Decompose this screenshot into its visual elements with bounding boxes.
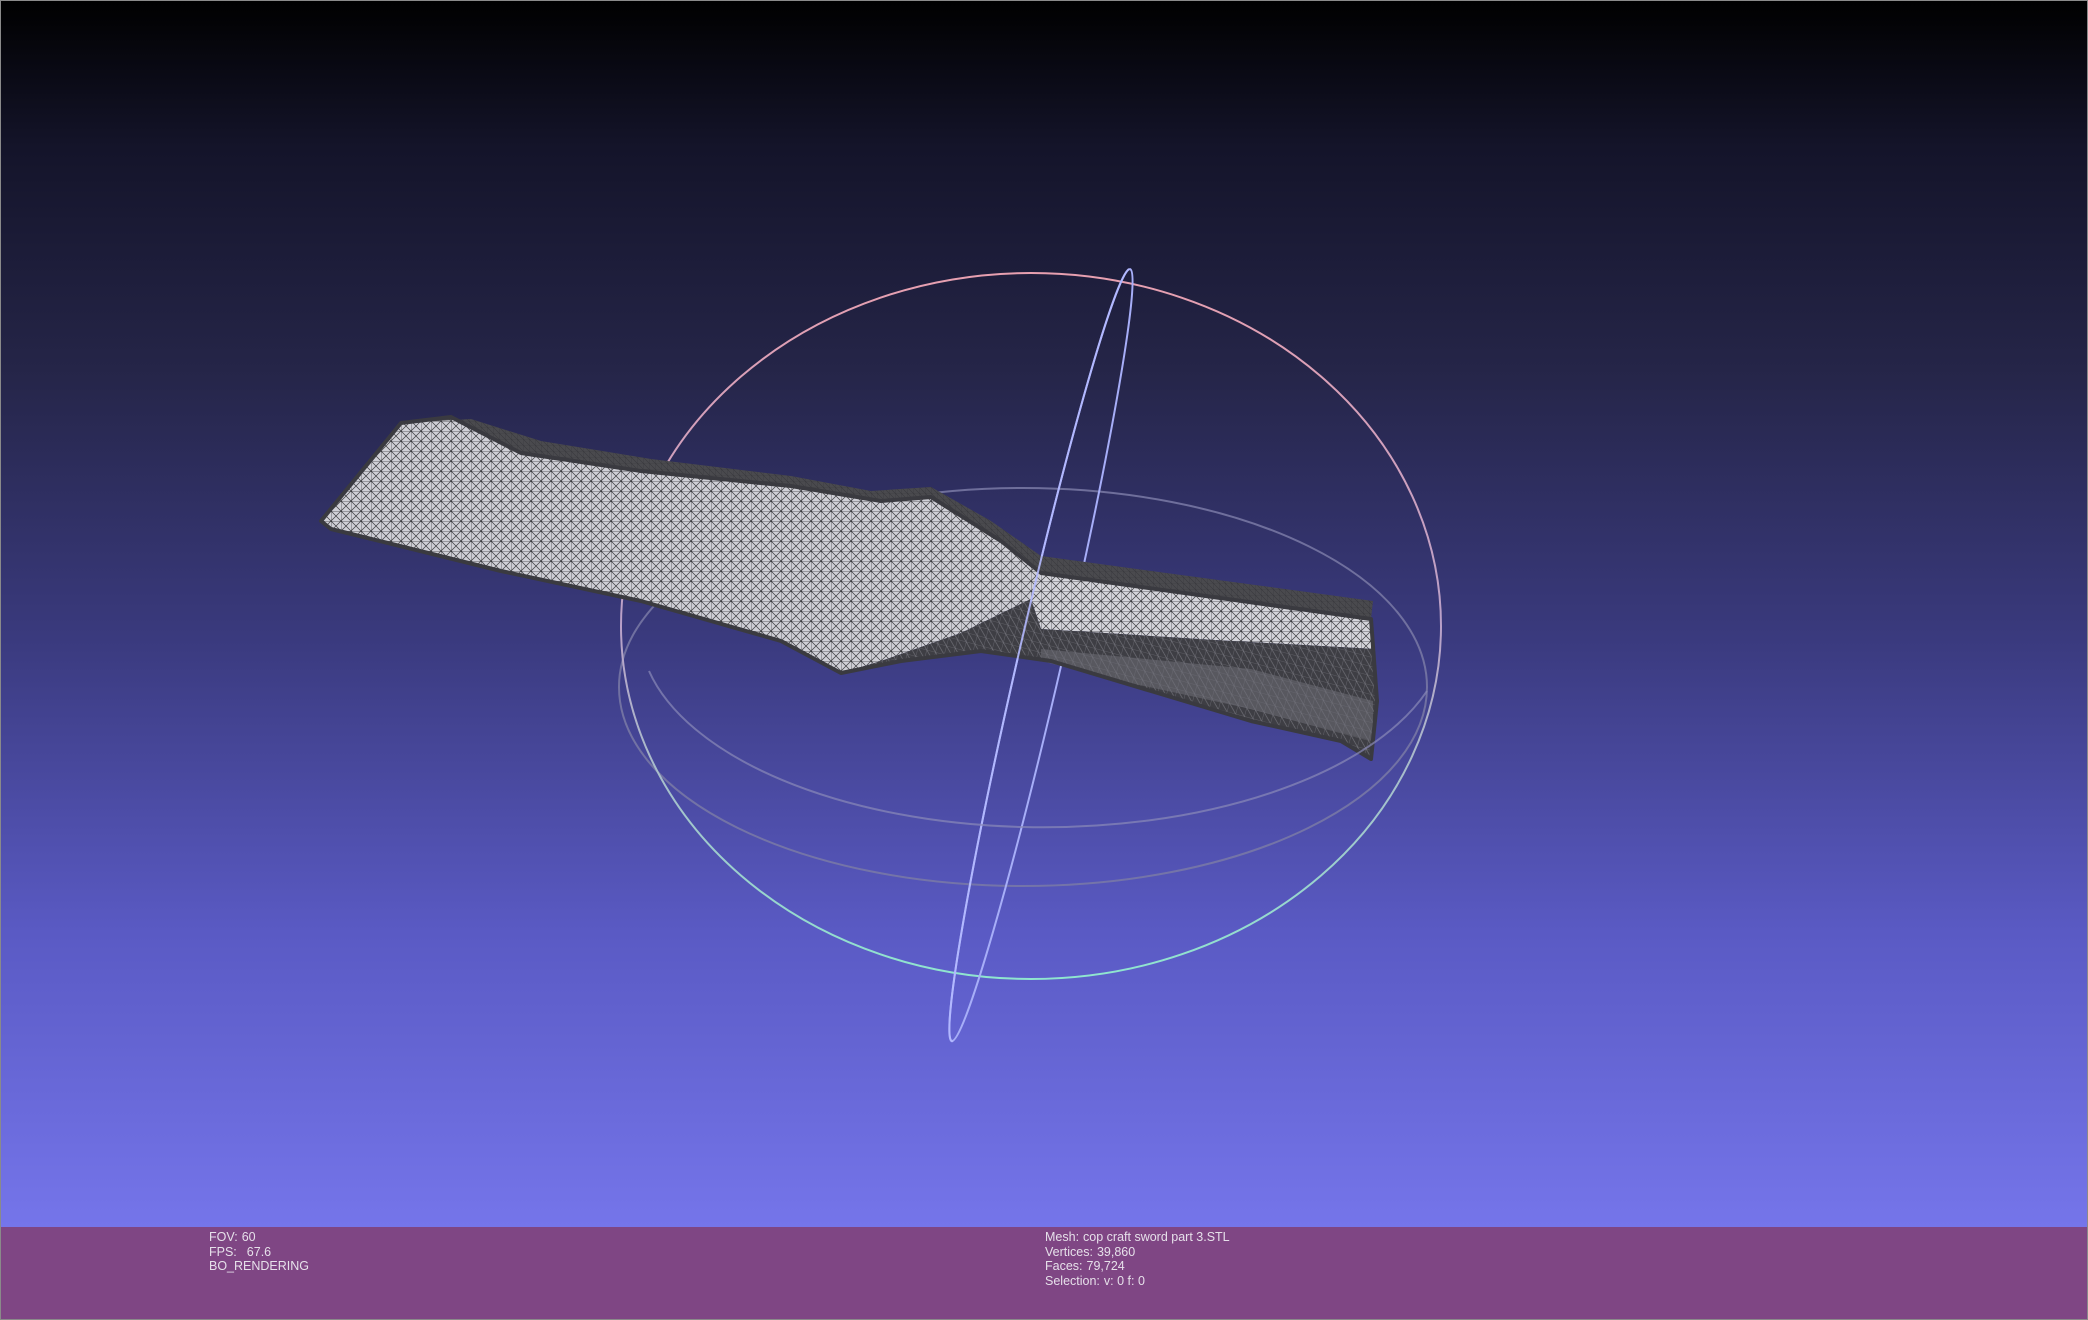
mesh-name: cop craft sword part 3.STL: [1083, 1230, 1230, 1244]
faces-row: Faces: 79,724: [1045, 1259, 1230, 1274]
fps-label: FPS:: [209, 1244, 237, 1259]
mesh-model[interactable]: [319, 415, 1379, 761]
fps-row: FPS: 67.6: [209, 1245, 309, 1260]
mesh-label: Mesh:: [1045, 1230, 1080, 1244]
fov-value: 60: [241, 1230, 256, 1244]
vertices-row: Vertices: 39,860: [1045, 1245, 1230, 1260]
fov-label: FOV:: [209, 1230, 238, 1244]
vertices-label: Vertices:: [1045, 1244, 1093, 1259]
fps-value: 67.6: [246, 1244, 272, 1259]
faces-label: Faces:: [1045, 1259, 1083, 1273]
render-mode: BO_RENDERING: [209, 1259, 310, 1273]
mesh-name-row: Mesh: cop craft sword part 3.STL: [1045, 1230, 1230, 1245]
faces-value: 79,724: [1086, 1259, 1125, 1273]
fov-row: FOV: 60: [209, 1230, 309, 1245]
render-info-panel: FOV: 60 FPS: 67.6 BO_RENDERING: [209, 1230, 309, 1274]
render-canvas[interactable]: [1, 1, 2087, 1227]
3d-viewport[interactable]: FOV: 60 FPS: 67.6 BO_RENDERING Mesh: cop cr…: [0, 0, 2088, 1320]
scene-svg: [319, 268, 1442, 1043]
vertices-value: 39,860: [1096, 1244, 1136, 1259]
selection-value: v: 0 f: 0: [1103, 1273, 1145, 1288]
mesh-info-panel: Mesh: cop craft sword part 3.STL Vertices…: [1045, 1230, 1230, 1288]
selection-label: Selection:: [1045, 1273, 1100, 1288]
status-info-bar: FOV: 60 FPS: 67.6 BO_RENDERING Mesh: cop cr…: [1, 1227, 2087, 1319]
selection-row: Selection: v: 0 f: 0: [1045, 1274, 1230, 1289]
